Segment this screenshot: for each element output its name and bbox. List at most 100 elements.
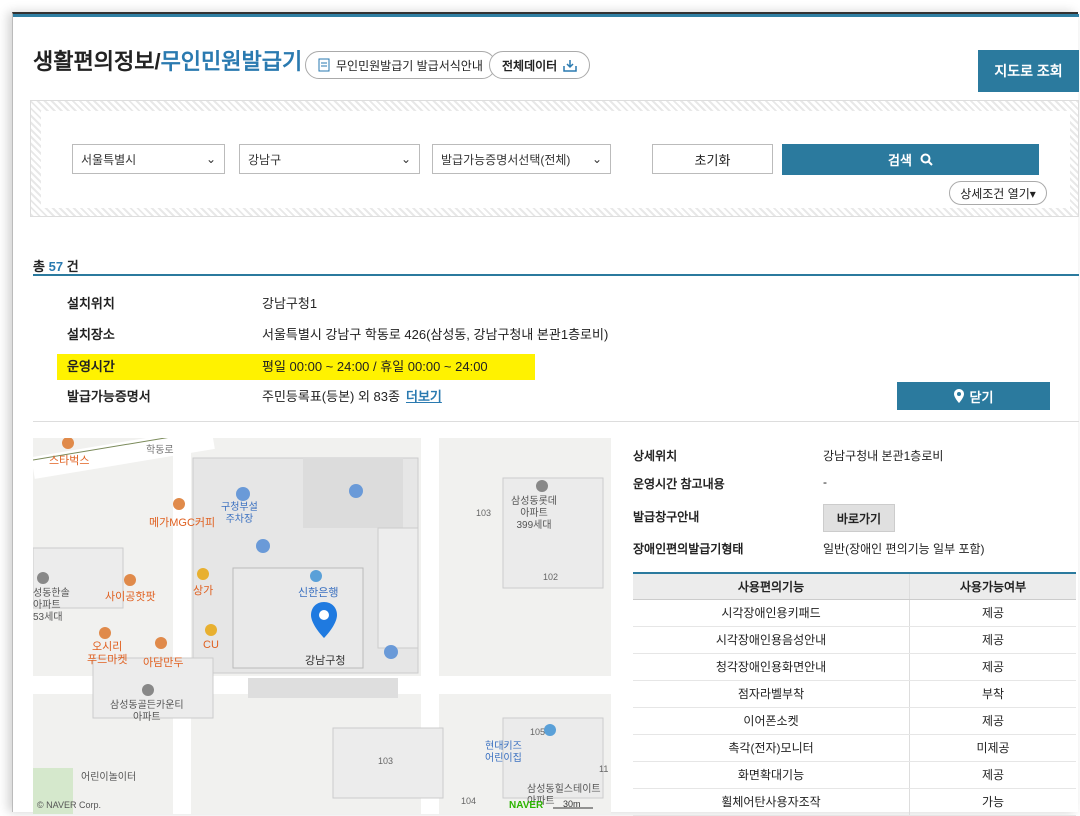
- place-value: 서울특별시 강남구 학동로 426(삼성동, 강남구청내 본관1층로비): [262, 327, 609, 342]
- search-label: 검색: [888, 153, 912, 168]
- certs-label: 발급가능증명서: [67, 389, 151, 404]
- result-count: 총 57 건: [33, 259, 79, 274]
- reset-button[interactable]: 초기화: [652, 144, 773, 174]
- place-label: 설치장소: [67, 327, 115, 342]
- search-panel: 서울특별시 ⌄ 강남구 ⌄ 발급가능증명서선택(전체) ⌄ 초기화 검색 상세조건 열…: [30, 100, 1079, 217]
- city-select[interactable]: 서울특별시 ⌄: [72, 144, 225, 174]
- map-label-sangga: 상가: [193, 585, 214, 597]
- feature-status: 미제공: [909, 734, 1076, 762]
- download-label: 전체데이터: [502, 58, 558, 73]
- map-label-kinder: 어린이놀이터: [81, 772, 137, 783]
- hours-value: 평일 00:00 ~ 24:00 / 휴일 00:00 ~ 24:00: [262, 359, 488, 374]
- feature-status: 제공: [909, 599, 1076, 627]
- map-num-103b: 103: [378, 756, 394, 766]
- map-label-osiri: 오시리 푸드마켓: [87, 641, 128, 666]
- map-view-button[interactable]: 지도로 조회: [978, 50, 1079, 92]
- map-num-102: 102: [543, 572, 559, 582]
- map-label-adam: 아담만두: [143, 657, 184, 669]
- map-label-golden: 삼성동골든카운티 아파트: [110, 700, 184, 723]
- detail-location-label: 상세위치: [633, 449, 678, 463]
- map-canvas: [33, 438, 611, 814]
- table-row: 이어폰소켓 제공: [633, 707, 1076, 735]
- guide-button[interactable]: 무인민원발급기 발급서식안내: [305, 51, 496, 79]
- certs-value: 주민등록표(등본) 외 83종: [262, 389, 400, 404]
- map-label-saigong: 사이공핫팟: [105, 591, 156, 603]
- table-row: 점자라벨부착 부착: [633, 680, 1076, 708]
- download-icon: [563, 59, 577, 72]
- feature-name: 휠체어탄사용자조작: [633, 788, 911, 816]
- document-icon: [318, 58, 330, 72]
- feature-name: 시각장애인용음성안내: [633, 626, 911, 654]
- city-value: 서울특별시: [81, 152, 137, 167]
- map-scale: 30m: [563, 799, 581, 809]
- table-row: 청각장애인용화면안내 제공: [633, 653, 1076, 681]
- location-value: 강남구청1: [262, 296, 318, 311]
- map-label-gu-office: 강남구청: [305, 655, 346, 667]
- location-pin-icon: [953, 389, 964, 403]
- page-frame: 생활편의정보/무인민원발급기 무인민원발급기 발급서식안내 전체데이터 지도로 …: [12, 12, 1079, 816]
- result-divider: [33, 274, 1079, 276]
- map-label-mega: 메가MGC커피: [149, 517, 216, 529]
- download-all-button[interactable]: 전체데이터: [489, 51, 591, 79]
- certificate-select[interactable]: 발급가능증명서선택(전체) ⌄: [432, 144, 611, 174]
- search-panel-inner: 서울특별시 ⌄ 강남구 ⌄ 발급가능증명서선택(전체) ⌄ 초기화 검색 상세조건 열…: [41, 111, 1070, 208]
- top-accent-line: [13, 14, 1079, 17]
- district-select[interactable]: 강남구 ⌄: [239, 144, 420, 174]
- feature-name: 시각장애인용키패드: [633, 599, 911, 627]
- table-row: 화면확대기능 제공: [633, 761, 1076, 789]
- table-row: 휠체어탄사용자조작 가능: [633, 788, 1076, 816]
- feature-status: 제공: [909, 707, 1076, 735]
- feature-status: 제공: [909, 761, 1076, 789]
- features-col-header: 사용편의기능: [633, 572, 911, 600]
- search-button[interactable]: 검색: [782, 144, 1039, 175]
- naver-logo: NAVER: [509, 800, 544, 811]
- map-label-starbucks: 스타벅스: [49, 455, 90, 467]
- feature-status: 부착: [909, 680, 1076, 708]
- counter-label: 발급창구안내: [633, 510, 700, 524]
- chevron-down-icon: ⌄: [400, 152, 411, 166]
- search-icon: [920, 153, 933, 166]
- feature-name: 청각장애인용화면안내: [633, 653, 911, 681]
- map-num-105: 105: [530, 727, 546, 737]
- map-view[interactable]: 스타벅스 학동로 메가MGC커피 구청부설 주차장 삼성동롯데 아파트 399세…: [33, 438, 611, 814]
- device-type-value: 일반(장애인 편의기능 일부 포함): [823, 542, 985, 556]
- certificate-value: 발급가능증명서선택(전체): [441, 152, 571, 167]
- page-title: 생활편의정보/무인민원발급기: [33, 49, 303, 74]
- map-label-parking: 구청부설 주차장: [221, 502, 258, 525]
- detail-location-value: 강남구청내 본관1층로비: [823, 449, 944, 463]
- device-type-label: 장애인편의발급기형태: [633, 542, 744, 556]
- hours-label: 운영시간: [67, 359, 115, 374]
- close-label: 닫기: [969, 389, 994, 405]
- map-label-hakdong: 학동로: [146, 445, 174, 456]
- goto-button[interactable]: 바로가기: [823, 504, 895, 532]
- feature-name: 이어폰소켓: [633, 707, 911, 735]
- feature-name: 점자라벨부착: [633, 680, 911, 708]
- table-row: 시각장애인용음성안내 제공: [633, 626, 1076, 654]
- map-label-shinhan: 신한은행: [298, 587, 339, 599]
- map-copyright: © NAVER Corp.: [37, 800, 101, 810]
- map-label-cu: CU: [203, 639, 219, 651]
- hours-note-value: -: [823, 475, 827, 489]
- guide-button-label: 무인민원발급기 발급서식안내: [336, 58, 483, 73]
- map-label-apt1: 삼성동롯데 아파트 399세대: [511, 496, 557, 531]
- map-num-11: 11: [599, 764, 609, 774]
- location-label: 설치위치: [67, 296, 115, 311]
- close-button[interactable]: 닫기: [897, 382, 1050, 410]
- district-value: 강남구: [248, 152, 282, 167]
- map-label-hanshin: 성동한솔 아파트 53세대: [33, 588, 70, 623]
- feature-name: 화면확대기능: [633, 761, 911, 789]
- map-label-hyundai: 현대키즈 어린이집: [485, 741, 522, 764]
- availability-col-header: 사용가능여부: [909, 572, 1076, 600]
- map-num-104: 104: [461, 796, 477, 806]
- feature-status: 가능: [909, 788, 1076, 816]
- map-num-103: 103: [476, 508, 492, 518]
- more-link[interactable]: 더보기: [406, 389, 442, 404]
- feature-status: 제공: [909, 626, 1076, 654]
- hours-note-label: 운영시간 참고내용: [633, 477, 725, 491]
- feature-status: 제공: [909, 653, 1076, 681]
- table-row: 시각장애인용키패드 제공: [633, 599, 1076, 627]
- table-row: 촉각(전자)모니터 미제공: [633, 734, 1076, 762]
- detail-conditions-button[interactable]: 상세조건 열기▾: [949, 181, 1047, 205]
- chevron-down-icon: ⌄: [591, 152, 602, 166]
- features-table: 사용편의기능 사용가능여부 시각장애인용키패드 제공 시각장애인용음성안내 제공 청각…: [633, 572, 1076, 816]
